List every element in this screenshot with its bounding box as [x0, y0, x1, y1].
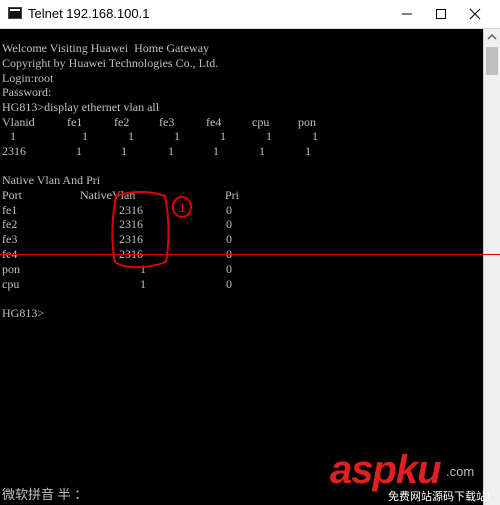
- native-table-header: NativeVlan: [80, 188, 136, 202]
- native-table-header: Pri: [225, 188, 240, 202]
- console-app-icon: [8, 7, 22, 19]
- close-icon: [469, 8, 481, 20]
- vlan-table-cell: 2316: [2, 144, 26, 158]
- native-table-cell: 2316: [119, 203, 143, 217]
- vlan-table-cell: 1: [128, 129, 134, 143]
- maximize-icon: [436, 9, 446, 19]
- console-line: Copyright by Huawei Technologies Co., Lt…: [2, 56, 219, 70]
- native-table-cell: fe1: [2, 203, 18, 217]
- vlan-table-cell: 1: [305, 144, 311, 158]
- vlan-table-cell: 1: [121, 144, 127, 158]
- vlan-table-cell: 1: [213, 144, 219, 158]
- watermark-logo: aspku: [330, 448, 442, 492]
- native-table-cell: 0: [226, 217, 232, 231]
- vlan-table-cell: 1: [76, 144, 82, 158]
- native-table-cell: cpu: [2, 277, 20, 291]
- console-line: Password:: [2, 85, 52, 99]
- vlan-table-header: Vlanid: [2, 115, 35, 129]
- maximize-button[interactable]: [424, 0, 458, 28]
- vlan-table-cell: 1: [220, 129, 226, 143]
- native-table-cell: 1: [140, 262, 146, 276]
- native-table-cell: 0: [226, 203, 232, 217]
- vlan-table-cell: 1: [174, 129, 180, 143]
- vlan-table-cell: 1: [82, 129, 88, 143]
- vertical-scrollbar[interactable]: [483, 29, 500, 505]
- console-line: Login:root: [2, 71, 54, 85]
- native-table-cell: 0: [226, 277, 232, 291]
- minimize-button[interactable]: [390, 0, 424, 28]
- window-title: Telnet 192.168.100.1: [28, 6, 150, 21]
- vlan-table-cell: 1: [168, 144, 174, 158]
- ime-status: 微软拼音 半 ：: [2, 487, 88, 502]
- scroll-thumb[interactable]: [486, 47, 498, 75]
- native-table-cell: 2316: [119, 217, 143, 231]
- close-button[interactable]: [458, 0, 492, 28]
- native-table-cell: fe2: [2, 217, 18, 231]
- native-table-cell: 0: [226, 232, 232, 246]
- vlan-table-cell: 1: [259, 144, 265, 158]
- vlan-table-cell: 1: [312, 129, 318, 143]
- vlan-table-header: fe3: [159, 115, 175, 129]
- native-table-cell: 1: [140, 277, 146, 291]
- vlan-table-header: fe1: [67, 115, 83, 129]
- watermark-tld: .com: [446, 464, 475, 479]
- scroll-up-button[interactable]: [484, 29, 500, 45]
- vlan-table-cell: 1: [266, 129, 272, 143]
- native-table-cell: pon: [2, 262, 20, 276]
- native-vlan-title: Native Vlan And Pri: [2, 173, 101, 187]
- native-table-cell: 0: [226, 262, 232, 276]
- native-table-header: Port: [2, 188, 23, 202]
- watermark-subtitle: 免费网站源码下载站!: [388, 491, 491, 503]
- annotation-red-line: [0, 254, 500, 255]
- vlan-table-cell: 1: [10, 129, 16, 143]
- console-output[interactable]: Welcome Visiting Huawei Home Gateway Cop…: [0, 29, 483, 505]
- console-command-line: HG813>display ethernet vlan all: [2, 100, 160, 114]
- console-line: Welcome Visiting Huawei Home Gateway: [2, 41, 210, 55]
- minimize-icon: [402, 13, 412, 15]
- native-table-cell: fe3: [2, 232, 18, 246]
- vlan-table-header: cpu: [252, 115, 270, 129]
- vlan-table-header: fe4: [206, 115, 222, 129]
- chevron-up-icon: [487, 33, 497, 40]
- console-prompt: HG813>: [2, 306, 45, 320]
- title-bar: Telnet 192.168.100.1: [0, 0, 500, 29]
- vlan-table-header: pon: [298, 115, 316, 129]
- native-table-cell: 2316: [119, 232, 143, 246]
- vlan-table-header: fe2: [114, 115, 130, 129]
